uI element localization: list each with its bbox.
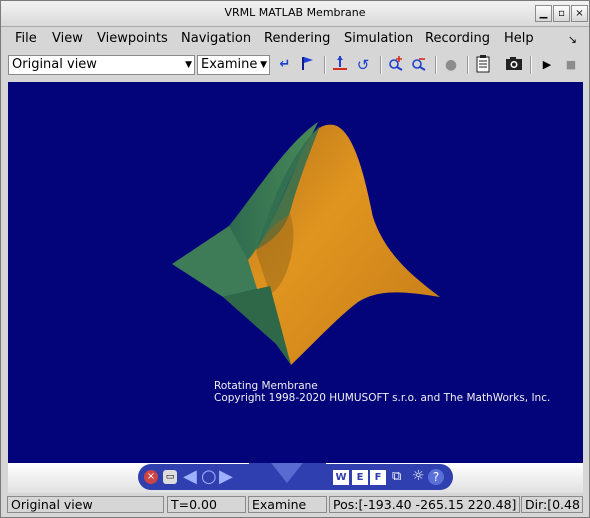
zoom-in-icon[interactable]	[386, 55, 406, 75]
toolbar-separator	[380, 56, 382, 74]
menu-help[interactable]: Help	[504, 31, 534, 46]
straighten-up-icon[interactable]	[330, 55, 350, 75]
chevron-down-icon: ▼	[185, 60, 192, 70]
status-viewpoint: Original view	[7, 496, 164, 513]
close-icon[interactable]: ×	[571, 5, 588, 22]
toolbar: Original view ▼ Examine ▼ ↵ ↺ ● ▶ ■	[1, 52, 589, 79]
minimize-icon[interactable]: ▁	[535, 5, 552, 22]
camera-icon[interactable]	[504, 55, 524, 75]
orbit-icon[interactable]: ○	[201, 466, 217, 487]
membrane-surface	[172, 122, 440, 365]
return-to-viewpoint-icon[interactable]: ↵	[275, 55, 295, 75]
status-direction: Dir:[0.48	[521, 496, 583, 513]
menu-rendering[interactable]: Rendering	[264, 31, 330, 46]
navigation-panel: × ▭ ◀ ○ ▶ W E F ⧉ ☼ ?	[8, 463, 583, 493]
headlight-icon[interactable]: ☼	[412, 468, 425, 484]
app-window: VRML MATLAB Membrane ▁ ▫ × File View Vie…	[0, 0, 590, 518]
menu-recording[interactable]: Recording	[425, 31, 490, 46]
menu-viewpoints[interactable]: Viewpoints	[97, 31, 168, 46]
undo-move-icon[interactable]: ↺	[353, 55, 373, 75]
walk-mode-button[interactable]: W	[333, 470, 349, 485]
window-title: VRML MATLAB Membrane	[224, 6, 366, 19]
toolbar-separator	[530, 56, 532, 74]
viewpoint-select-value: Original view	[12, 57, 97, 72]
flag-icon[interactable]	[298, 55, 318, 75]
close-panel-icon[interactable]: ×	[144, 470, 158, 484]
straighten-icon[interactable]: ⧉	[392, 469, 401, 484]
status-navigation-mode: Examine	[248, 496, 327, 513]
notes-icon[interactable]	[473, 55, 493, 75]
record-icon[interactable]: ●	[441, 55, 461, 75]
zoom-out-icon[interactable]	[409, 55, 429, 75]
chevron-down-icon: ▼	[260, 60, 267, 70]
scene-caption-title: Rotating Membrane	[214, 380, 318, 392]
scene-caption-copyright: Copyright 1998-2020 HUMUSOFT s.r.o. and …	[214, 392, 551, 404]
status-bar: Original view T=0.00 Examine Pos:[-193.4…	[1, 494, 589, 516]
viewpoint-select[interactable]: Original view ▼	[8, 55, 195, 75]
vrml-viewport[interactable]: Rotating Membrane Copyright 1998-2020 HU…	[8, 82, 583, 463]
status-time: T=0.00	[167, 496, 246, 513]
scene-caption: Rotating Membrane Copyright 1998-2020 HU…	[214, 380, 550, 404]
toolbar-separator	[324, 56, 326, 74]
minimize-panel-icon[interactable]: ▭	[163, 470, 177, 484]
maximize-icon[interactable]: ▫	[553, 5, 570, 22]
toolbar-separator	[467, 56, 469, 74]
navigation-select[interactable]: Examine ▼	[197, 55, 270, 75]
undock-icon[interactable]: ↘	[568, 33, 577, 46]
navigation-select-value: Examine	[201, 57, 258, 72]
menu-file[interactable]: File	[15, 31, 37, 46]
status-position: Pos:[-193.40 -265.15 220.48]	[329, 496, 520, 513]
turn-left-icon[interactable]: ◀	[183, 466, 197, 487]
fly-mode-button[interactable]: F	[370, 470, 386, 485]
menu-bar: File View Viewpoints Navigation Renderin…	[1, 27, 589, 51]
stop-icon[interactable]: ■	[561, 55, 581, 75]
menu-view[interactable]: View	[52, 31, 83, 46]
play-icon[interactable]: ▶	[537, 55, 557, 75]
help-button[interactable]: ?	[428, 469, 444, 485]
menu-simulation[interactable]: Simulation	[344, 31, 413, 46]
toolbar-separator	[435, 56, 437, 74]
title-bar: VRML MATLAB Membrane ▁ ▫ ×	[1, 1, 589, 27]
examine-mode-button[interactable]: E	[352, 470, 368, 485]
navigation-panel-graphics	[138, 463, 453, 490]
turn-right-icon[interactable]: ▶	[219, 466, 233, 487]
menu-navigation[interactable]: Navigation	[181, 31, 251, 46]
